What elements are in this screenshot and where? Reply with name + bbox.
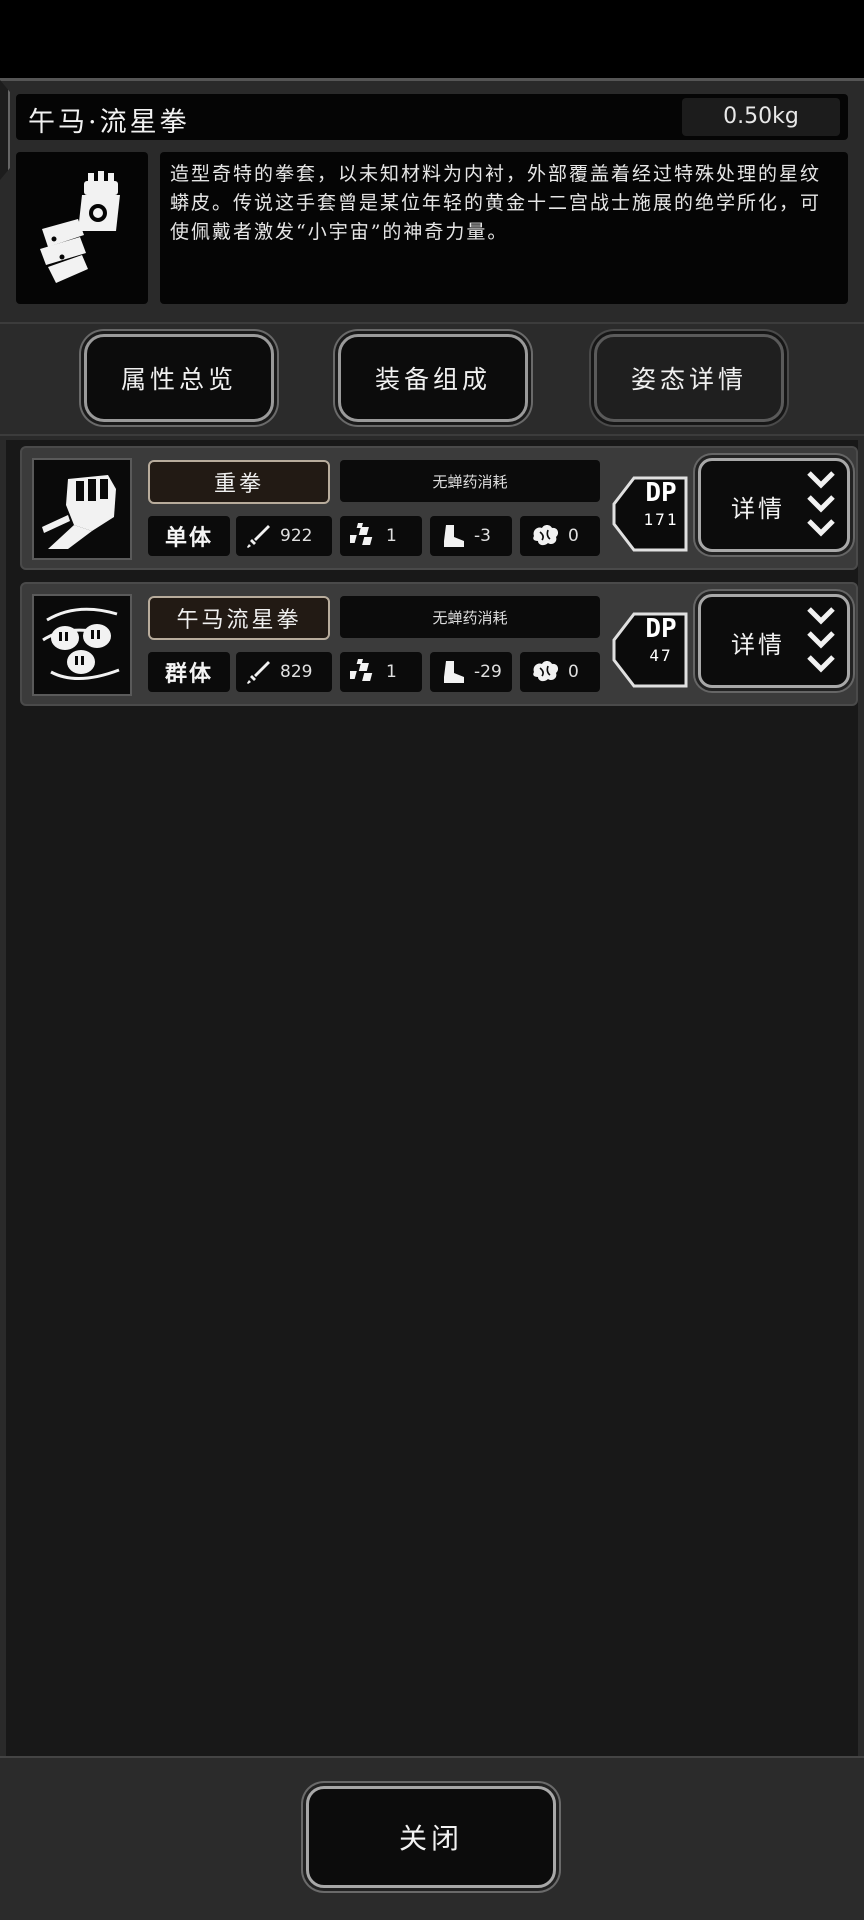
skill-row: 午马流星拳 无蝉药消耗 群体 829 1 -29 0 DP 47 详情: [20, 582, 858, 706]
detail-label: 详情: [731, 631, 785, 659]
close-button[interactable]: 关闭: [306, 1786, 556, 1888]
detail-label: 详情: [731, 495, 785, 523]
tab-equipment-composition[interactable]: 装备组成: [338, 334, 528, 422]
mind-stat: 0: [520, 652, 600, 692]
brain-icon: [533, 525, 559, 546]
dp-label: DP: [645, 478, 677, 508]
speed-value: 1: [386, 526, 397, 546]
attack-stat: 922: [236, 516, 332, 556]
skill-icon-frame: [32, 594, 132, 696]
item-name: 午马·流星拳: [28, 107, 190, 138]
target-type-badge: 群体: [148, 652, 230, 692]
mind-stat: 0: [520, 516, 600, 556]
skill-cost: 无蝉药消耗: [340, 460, 600, 502]
meteor-fists-icon: [42, 607, 120, 681]
sword-icon: [247, 661, 270, 684]
gauntlet-icon: [40, 171, 120, 283]
dp-readout: DP 171: [636, 480, 686, 528]
skill-name: 重拳: [148, 460, 330, 504]
item-title-bar: 午马·流星拳 0.50kg: [16, 94, 848, 140]
frame-notch: [0, 80, 10, 180]
sword-icon: [247, 525, 270, 548]
speed-stat: 1: [340, 516, 422, 556]
attack-value: 922: [280, 526, 313, 546]
checker-flag-icon: [350, 523, 373, 545]
attack-stat: 829: [236, 652, 332, 692]
triple-chevron-down-icon: [807, 471, 835, 537]
skill-list-panel: 重拳 无蝉药消耗 单体 922 1 -3 0 DP 171 详情 午马流星拳 无…: [6, 440, 858, 1756]
skill-detail-button[interactable]: 详情: [698, 458, 850, 552]
speed-stat: 1: [340, 652, 422, 692]
mind-value: 0: [568, 662, 579, 682]
dp-readout: DP 47: [636, 616, 686, 664]
item-weight: 0.50kg: [682, 98, 840, 136]
fist-punch-icon: [42, 475, 116, 549]
speed-value: 1: [386, 662, 397, 682]
boot-icon: [444, 525, 464, 547]
move-stat: -29: [430, 652, 512, 692]
skill-icon-frame: [32, 458, 132, 560]
move-value: -3: [474, 526, 491, 546]
mind-value: 0: [568, 526, 579, 546]
triple-chevron-down-icon: [807, 607, 835, 673]
boot-icon: [444, 661, 464, 683]
skill-detail-button[interactable]: 详情: [698, 594, 850, 688]
item-description: 造型奇特的拳套，以未知材料为内衬，外部覆盖着经过特殊处理的星纹蟒皮。传说这手套曾…: [160, 152, 848, 304]
move-value: -29: [474, 662, 502, 682]
tab-stance-details[interactable]: 姿态详情: [594, 334, 784, 422]
checker-flag-icon: [350, 659, 373, 681]
tab-attribute-overview[interactable]: 属性总览: [84, 334, 274, 422]
attack-value: 829: [280, 662, 313, 682]
dp-label: DP: [645, 614, 677, 644]
dp-value: 171: [643, 510, 679, 529]
brain-icon: [533, 661, 559, 682]
item-icon-frame: [16, 152, 148, 304]
dp-value: 47: [649, 646, 673, 665]
skill-cost: 无蝉药消耗: [340, 596, 600, 638]
skill-row: 重拳 无蝉药消耗 单体 922 1 -3 0 DP 171 详情: [20, 446, 858, 570]
skill-name: 午马流星拳: [148, 596, 330, 640]
move-stat: -3: [430, 516, 512, 556]
target-type-badge: 单体: [148, 516, 230, 556]
